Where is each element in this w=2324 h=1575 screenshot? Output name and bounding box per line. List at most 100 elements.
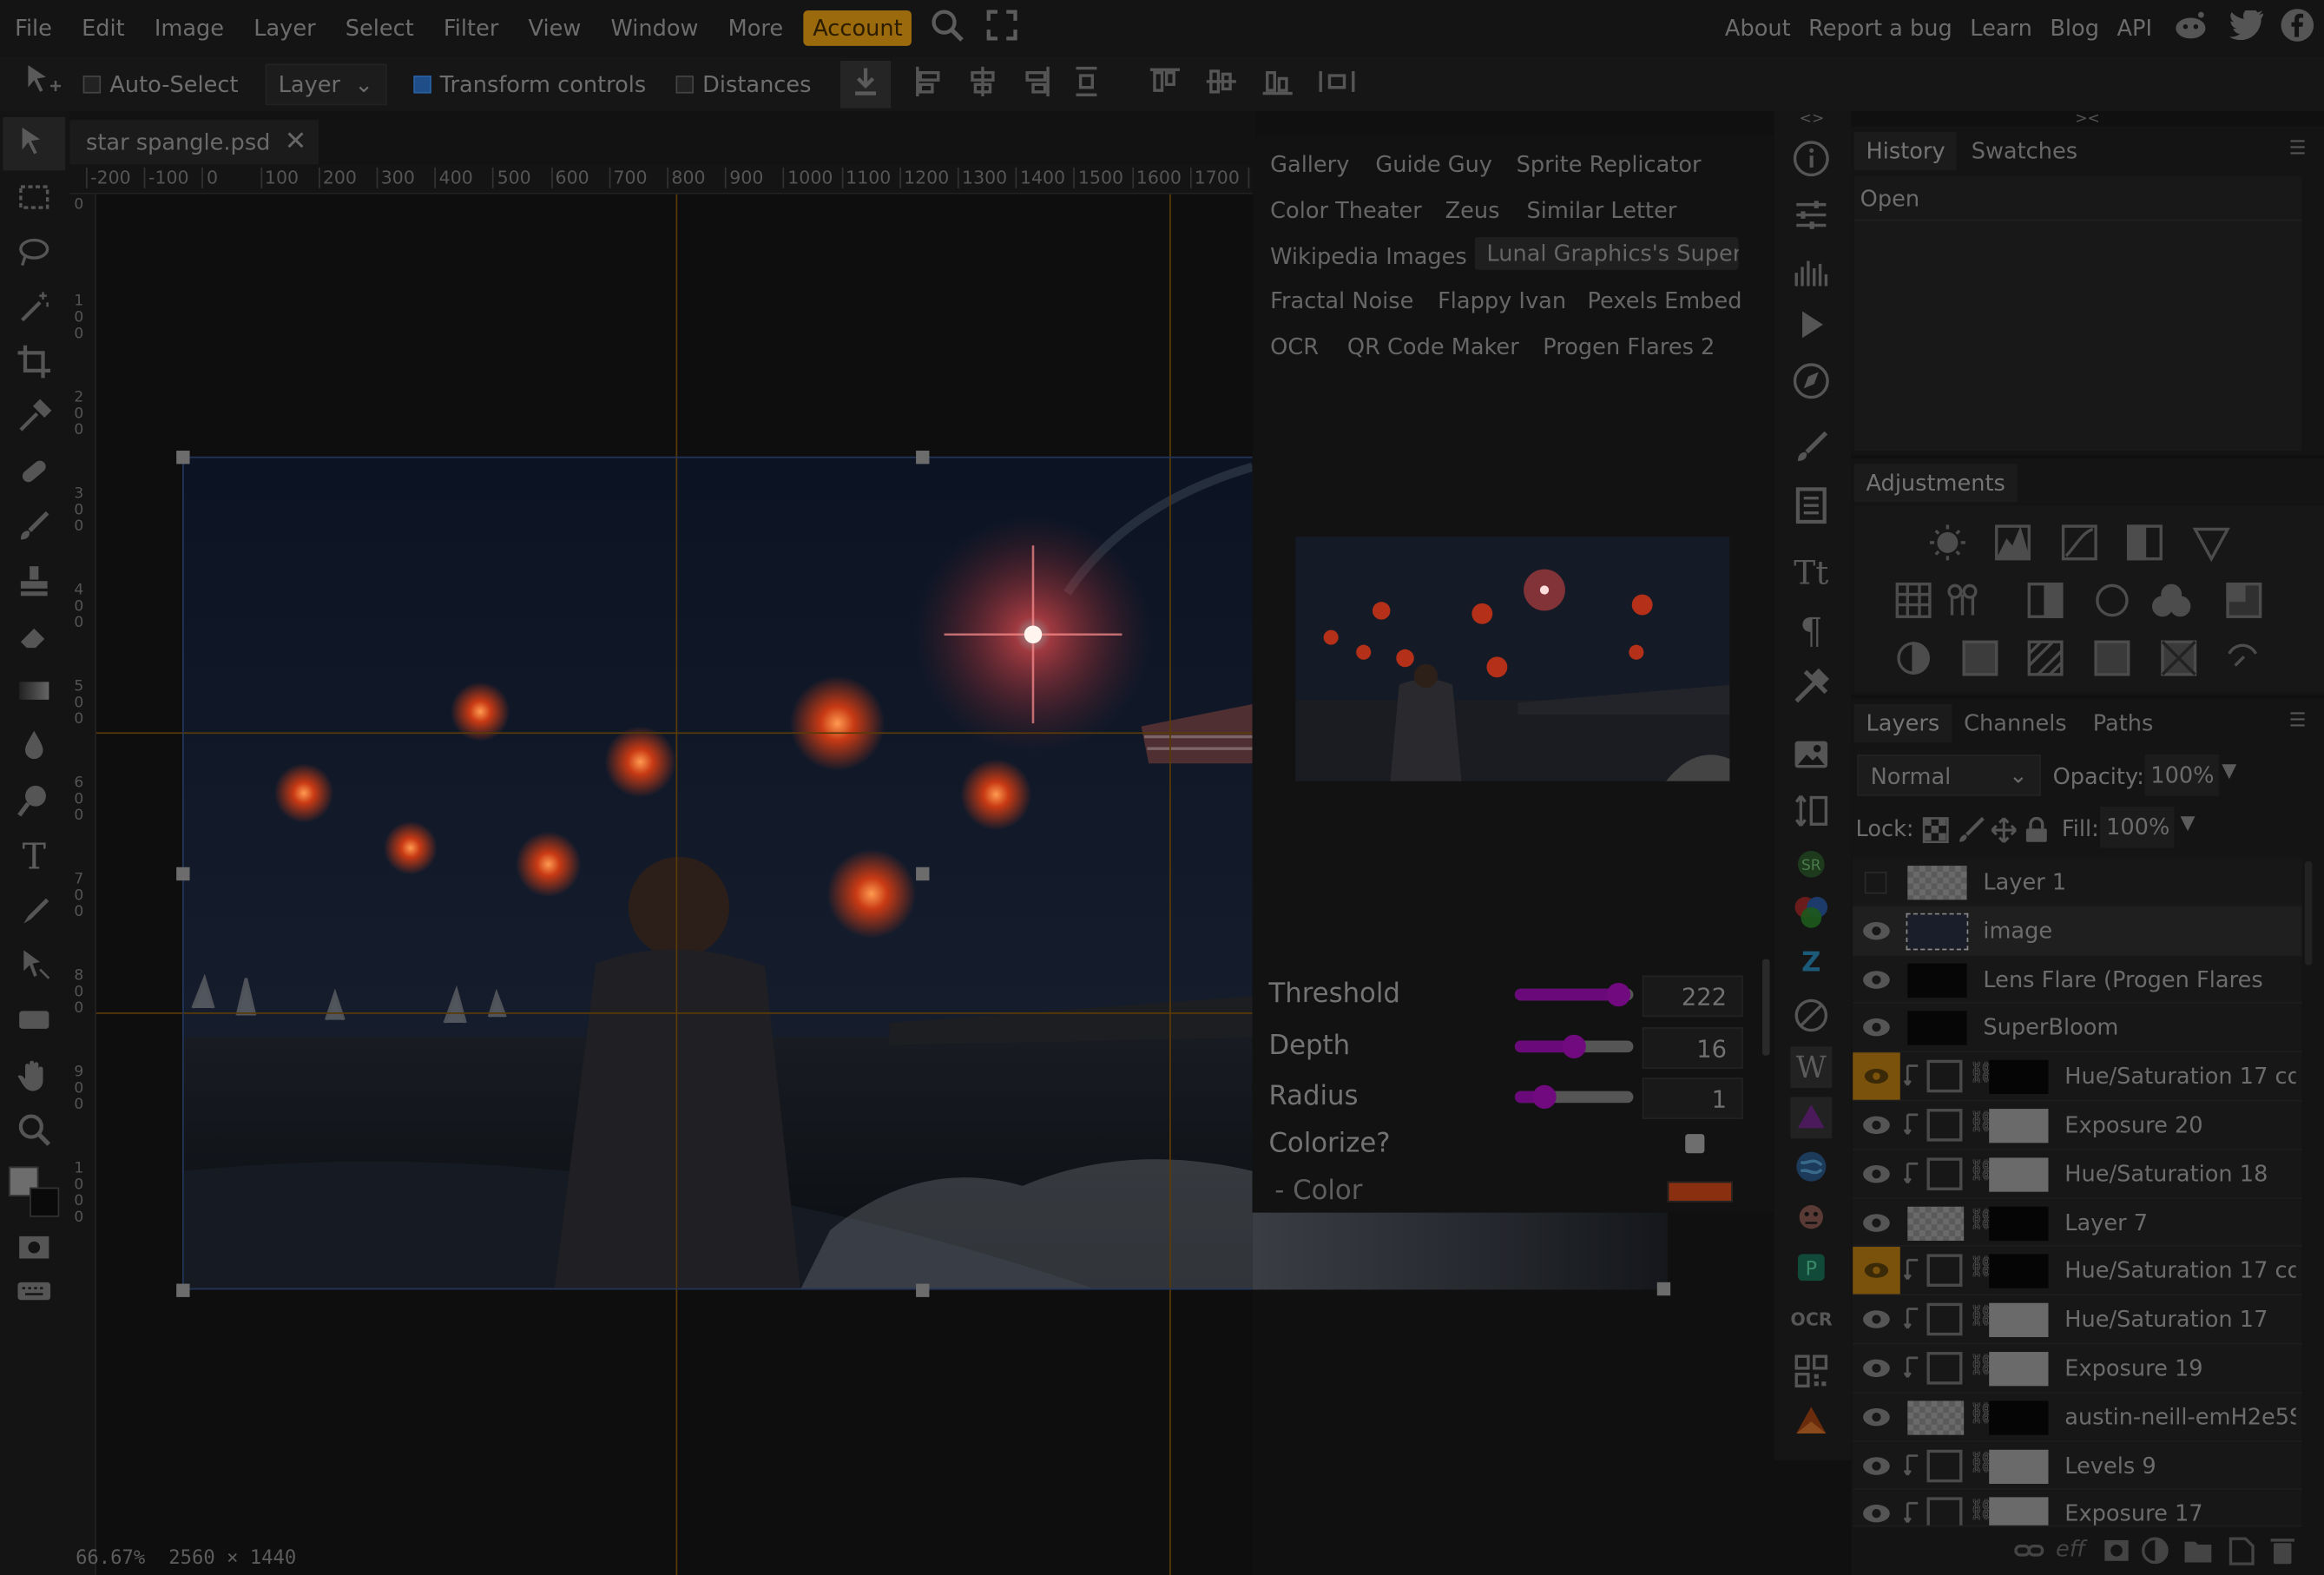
layer-thumbnail[interactable] — [1907, 1206, 1965, 1241]
search-icon[interactable] — [929, 8, 964, 49]
brush-settings-icon[interactable] — [1790, 430, 1832, 471]
brush-tool-icon[interactable] — [15, 509, 53, 547]
similar-letter-icon[interactable] — [1790, 996, 1832, 1038]
sprite-replicator-icon[interactable]: SR — [1790, 845, 1832, 886]
layer-mask-thumbnail[interactable] — [1989, 1400, 2049, 1435]
layer-thumbnail[interactable] — [1907, 1400, 1965, 1435]
eye-icon[interactable] — [1861, 1308, 1891, 1337]
depth-input[interactable]: 16 — [1642, 1027, 1743, 1069]
transform-handle[interactable] — [176, 451, 190, 465]
tab-paths[interactable]: Paths — [2093, 710, 2154, 737]
image-icon[interactable] — [1790, 735, 1832, 777]
lock-position-icon[interactable] — [1991, 817, 2018, 850]
panel-menu-icon[interactable]: ☰ — [2289, 710, 2307, 733]
account-button[interactable]: Account — [803, 10, 912, 46]
layer-row[interactable]: SuperBloom — [1853, 1004, 2302, 1053]
layer-thumbnail[interactable] — [1907, 866, 1967, 900]
menu-window[interactable]: Window — [596, 15, 713, 42]
plugin-gallery[interactable]: Gallery — [1270, 151, 1349, 178]
close-icon[interactable]: ✕ — [285, 126, 307, 157]
eraser-tool-icon[interactable] — [15, 618, 53, 656]
transform-controls-checkbox[interactable] — [412, 75, 431, 93]
type-tool-icon[interactable]: T — [15, 838, 53, 876]
align-left-icon[interactable] — [915, 64, 945, 102]
layer-mask-thumbnail[interactable] — [1989, 1206, 2049, 1241]
menu-layer[interactable]: Layer — [239, 15, 331, 42]
plugin-zeus[interactable]: Zeus — [1445, 197, 1500, 224]
plugin-lunal-graphics[interactable]: Lunal Graphics's Super — [1474, 237, 1739, 270]
magic-wand-icon[interactable] — [15, 289, 53, 327]
layer-row[interactable]: ⛓ Exposure 20 — [1853, 1101, 2302, 1150]
eye-icon[interactable] — [1861, 1016, 1891, 1045]
plugin-pexels-embed[interactable]: Pexels Embed — [1588, 287, 1742, 314]
effects-icon[interactable]: eff — [2056, 1536, 2085, 1563]
plugin-guide-guy[interactable]: Guide Guy — [1375, 151, 1492, 178]
eye-icon[interactable] — [1861, 1210, 1891, 1240]
qr-code-icon[interactable] — [1790, 1352, 1832, 1394]
healing-brush-icon[interactable] — [15, 453, 53, 491]
menu-blog[interactable]: Blog — [2041, 15, 2108, 42]
layer-row[interactable]: ⛓ Hue/Saturation 18 — [1853, 1150, 2302, 1199]
plugin-scrollbar[interactable] — [1761, 959, 1770, 1056]
transform-handle[interactable] — [916, 1283, 930, 1297]
eye-icon[interactable] — [1861, 967, 1891, 997]
distances-checkbox[interactable] — [675, 75, 694, 93]
menu-more[interactable]: More — [714, 15, 799, 42]
transform-handle[interactable] — [916, 451, 930, 465]
layer-mask-thumbnail[interactable] — [1989, 1498, 2049, 1526]
layer-mask-thumbnail[interactable] — [1989, 1157, 2049, 1192]
keyboard-icon[interactable] — [15, 1274, 53, 1312]
path-select-icon[interactable] — [15, 947, 53, 985]
transform-handle[interactable] — [916, 867, 930, 881]
layer-row[interactable]: ⛓ Hue/Saturation 17 cop — [1853, 1247, 2302, 1296]
menu-filter[interactable]: Filter — [429, 15, 514, 42]
lunal-graphics-icon[interactable] — [1790, 1097, 1833, 1139]
quick-mask-icon[interactable] — [15, 1229, 53, 1267]
eye-icon[interactable] — [1861, 919, 1891, 948]
lasso-tool-icon[interactable] — [15, 234, 53, 273]
layer-row[interactable]: Lens Flare (Progen Flares — [1853, 955, 2302, 1005]
layer-comps-icon[interactable] — [1790, 792, 1832, 834]
tab-swatches[interactable]: Swatches — [1972, 138, 2077, 165]
eye-icon[interactable] — [1861, 1113, 1891, 1143]
collapse-panels-icon[interactable]: <> — [1800, 111, 1825, 128]
histogram-icon[interactable] — [1790, 252, 1832, 293]
plugin-sprite-replicator[interactable]: Sprite Replicator — [1517, 151, 1702, 178]
layer-row[interactable]: ⛓ Layer 7 — [1853, 1198, 2302, 1248]
eyedropper-icon[interactable] — [15, 399, 53, 437]
flappy-ivan-icon[interactable] — [1790, 1197, 1832, 1239]
layer-thumbnail[interactable] — [1906, 913, 1969, 951]
eye-icon[interactable] — [1861, 1405, 1891, 1434]
pexels-icon[interactable]: P — [1790, 1249, 1832, 1290]
lock-all-icon[interactable] — [2023, 816, 2050, 850]
marquee-tool-icon[interactable] — [15, 180, 53, 218]
layer-mask-thumbnail[interactable] — [1989, 1060, 2049, 1095]
delete-layer-icon[interactable] — [2269, 1536, 2296, 1572]
layer-row[interactable]: ⛓ Hue/Saturation 17 — [1853, 1295, 2302, 1345]
menu-report-bug[interactable]: Report a bug — [1800, 15, 1961, 42]
blur-tool-icon[interactable] — [15, 728, 53, 766]
auto-select-checkbox[interactable] — [82, 75, 102, 93]
actions-play-icon[interactable] — [1790, 306, 1832, 347]
pen-tool-icon[interactable] — [15, 893, 53, 931]
tool-presets-icon[interactable] — [1790, 486, 1832, 528]
eye-icon[interactable] — [1861, 1356, 1891, 1386]
menu-api[interactable]: API — [2108, 15, 2161, 42]
plugin-wikipedia-images[interactable]: Wikipedia Images — [1270, 243, 1467, 270]
eye-icon[interactable] — [1853, 1247, 1900, 1295]
menu-select[interactable]: Select — [331, 15, 429, 42]
opacity-dropdown-icon[interactable]: ▼ — [2222, 761, 2236, 783]
hand-tool-icon[interactable] — [15, 1057, 53, 1095]
fullscreen-icon[interactable] — [985, 9, 1018, 47]
document-tab[interactable]: star spangle.psd ✕ — [69, 120, 319, 165]
color-swatch[interactable] — [1667, 1181, 1733, 1203]
distribute-h-icon[interactable] — [1075, 64, 1098, 102]
align-top-icon[interactable] — [1149, 66, 1182, 102]
ocr-icon[interactable]: OCR — [1790, 1299, 1832, 1341]
layer-mask-thumbnail[interactable] — [1989, 1352, 2049, 1387]
zoom-tool-icon[interactable] — [15, 1111, 53, 1150]
new-adjustment-icon[interactable] — [2142, 1537, 2169, 1570]
layer-row[interactable]: ⛓ Exposure 17 — [1853, 1490, 2302, 1527]
plugin-flappy-ivan[interactable]: Flappy Ivan — [1438, 287, 1566, 314]
layer-row[interactable]: ⛓ Exposure 19 — [1853, 1344, 2302, 1394]
